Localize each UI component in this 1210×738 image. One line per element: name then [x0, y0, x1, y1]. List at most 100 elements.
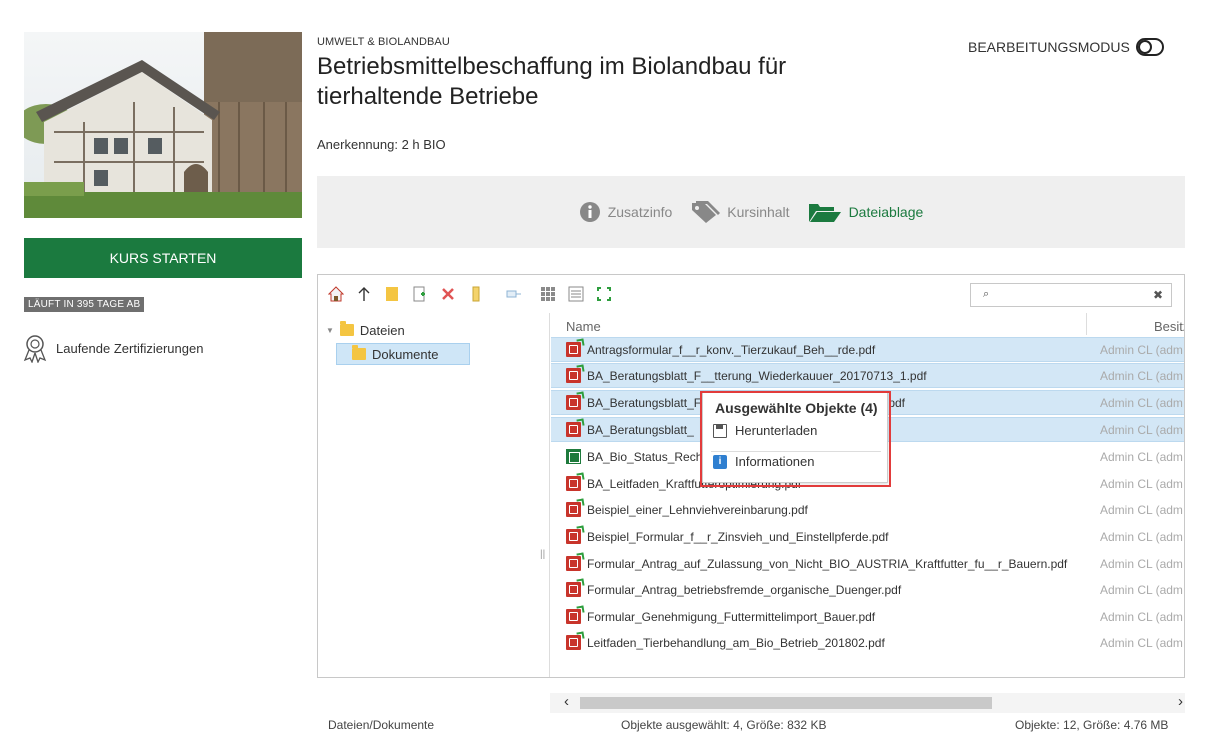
file-owner: Admin CL (adm	[1100, 395, 1183, 410]
file-owner: Admin CL (adm	[1100, 368, 1183, 383]
horizontal-scrollbar[interactable]: ‹ ›	[550, 693, 1185, 713]
file-row[interactable]: BA_Beratungsblatt_F__tterung_Wiederkauue…	[551, 363, 1184, 388]
folder-open-icon	[808, 201, 842, 223]
spreadsheet-file-icon	[566, 449, 581, 464]
home-icon[interactable]	[328, 286, 344, 302]
tree-label: Dokumente	[372, 346, 439, 362]
file-owner: Admin CL (adm	[1100, 609, 1183, 624]
collapse-caret-icon[interactable]: ▼	[326, 326, 334, 335]
arrow-up-icon[interactable]	[356, 286, 372, 302]
tab-label: Zusatzinfo	[607, 204, 673, 220]
certificate-icon	[22, 333, 48, 364]
course-tabs: Zusatzinfo Kursinhalt Dateiablage	[317, 176, 1185, 248]
fullscreen-icon[interactable]	[596, 286, 612, 302]
file-row[interactable]: Formular_Antrag_betriebsfremde_organisch…	[551, 577, 1184, 602]
tab-kursinhalt[interactable]: Kursinhalt	[690, 201, 790, 223]
list-view-icon[interactable]	[568, 286, 584, 302]
file-row[interactable]: Beispiel_Formular_f__r_Zinsvieh_und_Eins…	[551, 524, 1184, 549]
info-circle-icon	[579, 201, 601, 223]
file-name: Leitfaden_Tierbehandlung_am_Bio_Betrieb_…	[587, 635, 885, 650]
file-row[interactable]: Formular_Genehmigung_Futtermittelimport_…	[551, 604, 1184, 629]
file-owner: Admin CL (adm	[1100, 635, 1183, 650]
new-file-icon[interactable]	[412, 286, 428, 302]
status-path: Dateien/Dokumente	[328, 718, 435, 732]
file-name: Formular_Antrag_auf_Zulassung_von_Nicht_…	[587, 556, 1068, 571]
file-name: BA_Beratungsblatt_F__tterung_Wiederkauue…	[587, 368, 927, 383]
tab-label: Kursinhalt	[727, 204, 790, 220]
tags-icon	[690, 201, 721, 223]
status-total: Objekte: 12, Größe: 4.76 MB	[1015, 718, 1169, 732]
search-icon: ⌕	[983, 288, 990, 300]
file-name: Beispiel_Formular_f__r_Zinsvieh_und_Eins…	[587, 529, 889, 544]
file-name: BA_Beratungsblatt_F	[587, 395, 702, 410]
edit-mode-label: BEARBEITUNGSMODUS	[968, 39, 1130, 55]
folder-icon	[339, 321, 354, 336]
clear-search-icon[interactable]: ✖	[1153, 288, 1163, 302]
grid-view-icon[interactable]	[540, 286, 556, 302]
file-name: Formular_Genehmigung_Futtermittelimport_…	[587, 609, 876, 624]
file-owner: Admin CL (adm	[1100, 529, 1183, 544]
file-row[interactable]: Beispiel_einer_Lehnviehvereinbarung.pdf …	[551, 497, 1184, 522]
certifications-link[interactable]: Laufende Zertifizierungen	[22, 333, 204, 364]
expiry-badge: LÄUFT IN 395 TAGE AB	[24, 297, 145, 312]
file-row[interactable]: Antragsformular_f__r_konv._Tierzukauf_Be…	[551, 337, 1184, 362]
file-owner: Admin CL (adm	[1100, 582, 1183, 597]
list-header: Name Besitz	[551, 313, 1184, 335]
rename-icon[interactable]	[468, 286, 484, 302]
file-owner: Admin CL (adm	[1100, 476, 1183, 491]
pdf-file-icon	[566, 529, 581, 544]
edit-mode-toggle[interactable]: BEARBEITUNGSMODUS	[968, 38, 1164, 56]
scroll-left-icon[interactable]: ‹	[564, 693, 569, 710]
tab-zusatzinfo[interactable]: Zusatzinfo	[579, 201, 673, 223]
panel-splitter[interactable]: ||	[540, 549, 545, 560]
tab-label: Dateiablage	[848, 204, 924, 220]
pdf-file-icon	[566, 476, 581, 491]
pdf-file-icon	[566, 342, 581, 357]
file-list: Name Besitz Antragsformular_f__r_konv._T…	[551, 313, 1184, 677]
file-row[interactable]: Leitfaden_Tierbehandlung_am_Bio_Betrieb_…	[551, 630, 1184, 655]
search-input[interactable]: ⌕ ✖	[970, 283, 1172, 307]
file-name: Antragsformular_f__r_konv._Tierzukauf_Be…	[587, 342, 876, 357]
file-owner: Admin CL (adm	[1100, 449, 1183, 464]
file-owner: Admin CL (adm	[1100, 556, 1183, 571]
tree-label: Dateien	[359, 322, 405, 338]
scrollbar-thumb[interactable]	[580, 697, 992, 709]
certifications-label: Laufende Zertifizierungen	[56, 340, 204, 356]
file-name: Formular_Antrag_betriebsfremde_organisch…	[587, 582, 902, 597]
new-folder-icon[interactable]	[384, 286, 400, 302]
file-owner: Admin CL (adm	[1100, 422, 1183, 437]
pdf-file-icon	[566, 582, 581, 597]
pdf-file-icon	[566, 609, 581, 624]
recognition-text: Anerkennung: 2 h BIO	[317, 137, 446, 152]
pdf-file-icon	[566, 635, 581, 650]
delete-icon[interactable]	[440, 286, 456, 302]
status-selected: Objekte ausgewählt: 4, Größe: 832 KB	[621, 718, 827, 732]
column-name[interactable]: Name	[566, 319, 601, 334]
pdf-file-icon	[566, 556, 581, 571]
course-page: KURS STARTEN LÄUFT IN 395 TAGE AB Laufen…	[0, 0, 1210, 738]
move-icon[interactable]	[506, 286, 522, 302]
toggle-switch-icon[interactable]	[1135, 38, 1164, 56]
tree-item-dateien[interactable]: ▼ Dateien	[326, 319, 405, 341]
file-toolbar: ⌕ ✖	[318, 275, 1184, 313]
file-row[interactable]: Formular_Antrag_auf_Zulassung_von_Nicht_…	[551, 551, 1184, 576]
pdf-file-icon	[566, 368, 581, 383]
file-owner: Admin CL (adm	[1100, 342, 1183, 357]
folder-icon	[352, 345, 366, 360]
column-owner[interactable]: Besitz	[1154, 319, 1184, 334]
highlight-outline	[700, 391, 891, 487]
pdf-file-icon	[566, 422, 581, 437]
tree-item-dokumente[interactable]: Dokumente	[336, 343, 470, 365]
course-category: UMWELT & BIOLANDBAU	[317, 36, 450, 48]
pdf-file-icon	[566, 502, 581, 517]
page-title: Betriebsmittelbeschaffung im Biolandbau …	[317, 53, 787, 110]
column-divider[interactable]	[1086, 313, 1087, 335]
scroll-right-icon[interactable]: ›	[1178, 693, 1183, 710]
pdf-file-icon	[566, 395, 581, 410]
start-course-button[interactable]: KURS STARTEN	[24, 238, 302, 278]
folder-tree: ▼ Dateien Dokumente ||	[318, 313, 550, 677]
file-name: BA_Bio_Status_Rechr	[587, 449, 707, 464]
course-image	[24, 32, 302, 218]
file-name: BA_Beratungsblatt_	[587, 422, 694, 437]
tab-dateiablage[interactable]: Dateiablage	[808, 201, 924, 223]
